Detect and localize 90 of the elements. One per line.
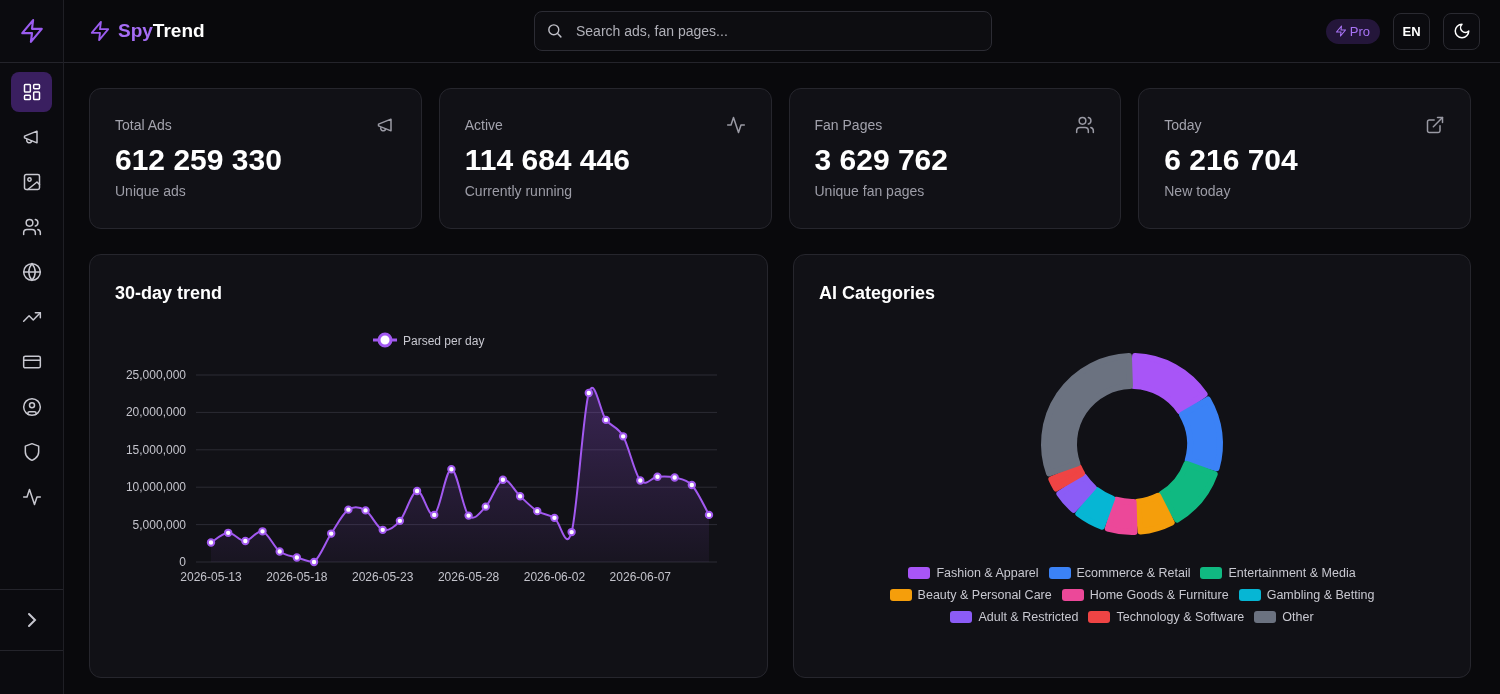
data-point — [653, 472, 662, 481]
x-axis-label: 2026-05-28 — [437, 570, 500, 584]
data-point — [241, 536, 250, 546]
chart-title: AI Categories — [819, 283, 937, 304]
data-point — [258, 527, 267, 536]
y-axis-label: 25,000,000 — [125, 368, 186, 382]
pulse-icon — [725, 115, 746, 135]
stat-value: 6 216 704 — [1164, 143, 1299, 177]
legend-label: Fashion & Apparel — [936, 566, 1039, 580]
data-point — [704, 510, 714, 520]
data-point — [206, 538, 216, 547]
sidebar-item[interactable] — [11, 72, 52, 112]
legend-label: Other — [1282, 610, 1314, 624]
stat-label: Today — [1164, 117, 1202, 133]
data-point — [292, 553, 302, 562]
data-point — [533, 506, 542, 516]
data-point — [464, 511, 473, 520]
data-point — [550, 513, 559, 523]
data-point — [395, 516, 405, 526]
stat-value: 612 259 330 — [115, 143, 283, 177]
bolt-icon — [1334, 25, 1347, 37]
language-button[interactable]: EN — [1393, 12, 1430, 50]
moon-icon — [1452, 22, 1471, 40]
data-point — [223, 528, 233, 538]
data-point — [447, 465, 456, 474]
chevron-right-icon — [27, 613, 36, 627]
stat-caption: Unique ads — [115, 183, 187, 199]
legend-label: Entertainment & Media — [1228, 566, 1356, 580]
theme-toggle-button[interactable] — [1443, 12, 1480, 50]
globe-icon — [21, 262, 42, 282]
search-field[interactable]: Search ads, fan pages... — [534, 11, 992, 51]
data-point — [618, 432, 628, 441]
bolt-icon — [89, 20, 111, 42]
data-point — [430, 510, 439, 520]
y-axis-label: 20,000,000 — [125, 405, 186, 420]
pulse-icon — [21, 487, 42, 507]
data-point — [515, 492, 525, 501]
image-icon — [21, 172, 42, 192]
x-axis-label: 2026-05-18 — [266, 570, 328, 584]
x-axis-label: 2026-06-02 — [523, 570, 586, 584]
data-point — [601, 415, 611, 425]
legend-label: Ecommerce & Retail — [1076, 566, 1191, 580]
data-point — [412, 486, 422, 496]
legend-label: Parsed per day — [403, 333, 485, 348]
data-point — [584, 388, 593, 398]
data-point — [361, 506, 370, 515]
stat-caption: Unique fan pages — [814, 183, 926, 199]
stat-label: Total Ads — [115, 117, 172, 133]
stat-label: Fan Pages — [814, 117, 883, 133]
users-icon — [1075, 115, 1096, 135]
legend-label: Home Goods & Furniture — [1089, 588, 1229, 602]
dashboard-icon — [21, 82, 42, 102]
stat-caption: New today — [1164, 183, 1232, 199]
data-point — [481, 502, 490, 511]
y-axis-label: 10,000,000 — [125, 480, 186, 495]
x-axis-label: 2026-06-07 — [609, 570, 671, 584]
legend-label: Adult & Restricted — [978, 610, 1079, 624]
stat-label: Active — [464, 117, 503, 133]
data-point — [670, 473, 679, 482]
bolt-icon — [18, 18, 45, 44]
data-point — [378, 525, 387, 535]
external-link-icon — [1425, 115, 1445, 135]
legend-label: Gambling & Betting — [1266, 588, 1375, 602]
y-axis-label: 15,000,000 — [125, 442, 186, 457]
legend-label: Technology & Software — [1116, 610, 1245, 624]
user-circle-icon — [21, 397, 42, 417]
credit-card-icon — [21, 352, 42, 372]
chart-title: 30-day trend — [115, 283, 224, 304]
data-point — [636, 476, 645, 485]
stat-caption: Currently running — [464, 183, 574, 199]
users-icon — [21, 217, 42, 237]
y-axis-label: 5,000,000 — [132, 517, 186, 532]
x-axis-label: 2026-05-23 — [352, 570, 414, 584]
stat-value: 3 629 762 — [814, 143, 949, 177]
legend-label: Beauty & Personal Care — [917, 588, 1052, 602]
stat-value: 114 684 446 — [464, 143, 631, 177]
x-axis-label: 2026-05-13 — [180, 570, 242, 584]
brand-name: SpyTrend — [118, 20, 205, 42]
data-point — [687, 480, 697, 490]
data-point — [567, 527, 576, 537]
donut-segment — [1104, 496, 1138, 535]
y-axis-label: 0 — [179, 555, 186, 569]
data-point — [275, 547, 284, 556]
data-point — [344, 505, 353, 514]
data-point — [498, 475, 508, 484]
search-icon — [546, 22, 563, 39]
legend-marker-icon — [373, 332, 397, 348]
pro-label: Pro — [1349, 23, 1370, 39]
data-point — [327, 529, 336, 538]
data-point — [309, 557, 319, 567]
